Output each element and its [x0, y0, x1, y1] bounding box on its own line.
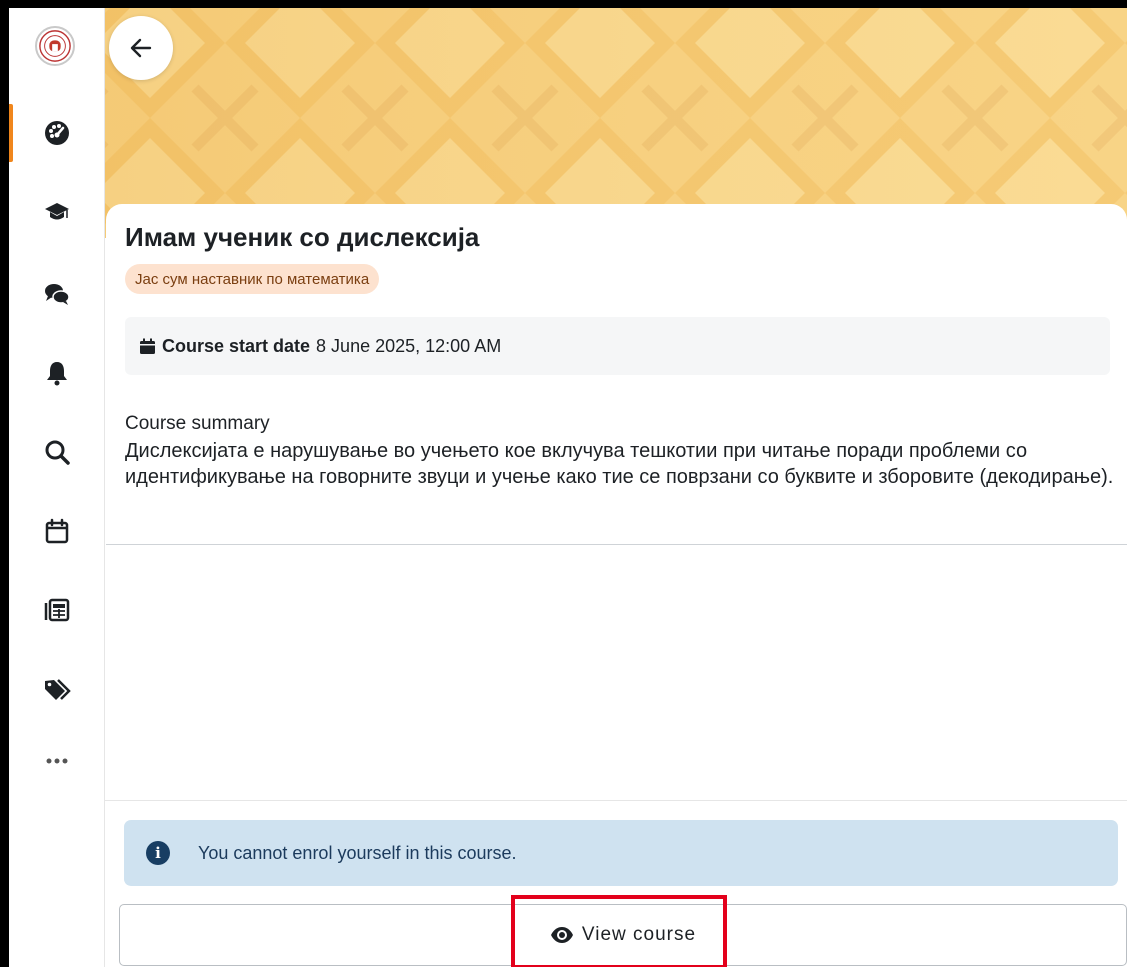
graduation-cap-icon — [45, 203, 69, 220]
eye-icon — [550, 927, 573, 943]
messages-icon — [45, 284, 70, 305]
sidebar-item-news[interactable] — [9, 575, 105, 645]
calendar-icon — [45, 518, 69, 544]
start-date-label: Course start date — [162, 335, 311, 356]
tags-icon — [45, 679, 71, 700]
enrol-panel: i You cannot enrol yourself in this cour… — [105, 800, 1127, 967]
view-course-label: View course — [581, 924, 697, 945]
course-summary-heading: Course summary — [125, 413, 270, 434]
sidebar-item-search[interactable] — [9, 417, 105, 487]
enrol-notice-text: You cannot enrol yourself in this course… — [198, 842, 517, 863]
sidebar-item-calendar[interactable] — [9, 496, 105, 566]
dashboard-icon — [45, 121, 69, 145]
back-button[interactable] — [109, 16, 173, 80]
app-window: Имам ученик со дислексија Јас сум настав… — [9, 8, 1127, 967]
calendar-filled-icon — [140, 338, 155, 354]
university-logo[interactable] — [35, 26, 75, 66]
start-date-value: 8 June 2025, 12:00 AM — [316, 335, 502, 356]
view-course-button[interactable]: View course — [119, 904, 1127, 966]
course-title: Имам ученик со дислексија — [125, 222, 480, 252]
course-summary-text: Дислексијата е нарушување во учењето кое… — [125, 440, 1114, 488]
enrol-notice-alert: i You cannot enrol yourself in this cour… — [124, 820, 1118, 886]
sidebar-item-tags[interactable] — [9, 654, 105, 724]
sidebar-item-more[interactable] — [9, 726, 105, 796]
notifications-bell-icon — [47, 362, 67, 386]
course-info-card: Имам ученик со дислексија Јас сум настав… — [106, 204, 1127, 804]
course-start-date: Course start date 8 June 2025, 12:00 AM — [125, 317, 1110, 375]
news-icon — [44, 598, 70, 622]
sidebar-item-my-courses[interactable] — [9, 177, 105, 247]
course-category-badge: Јас сум наставник по математика — [125, 264, 380, 294]
sidebar — [9, 8, 105, 967]
sidebar-item-notifications[interactable] — [9, 338, 105, 408]
divider — [106, 544, 1127, 545]
university-seal-icon — [39, 30, 71, 62]
info-icon: i — [146, 841, 170, 865]
more-icon — [46, 758, 68, 764]
search-icon — [45, 440, 70, 465]
arrow-left-icon — [130, 38, 152, 58]
sidebar-item-dashboard[interactable] — [9, 98, 105, 168]
sidebar-item-messages[interactable] — [9, 259, 105, 329]
